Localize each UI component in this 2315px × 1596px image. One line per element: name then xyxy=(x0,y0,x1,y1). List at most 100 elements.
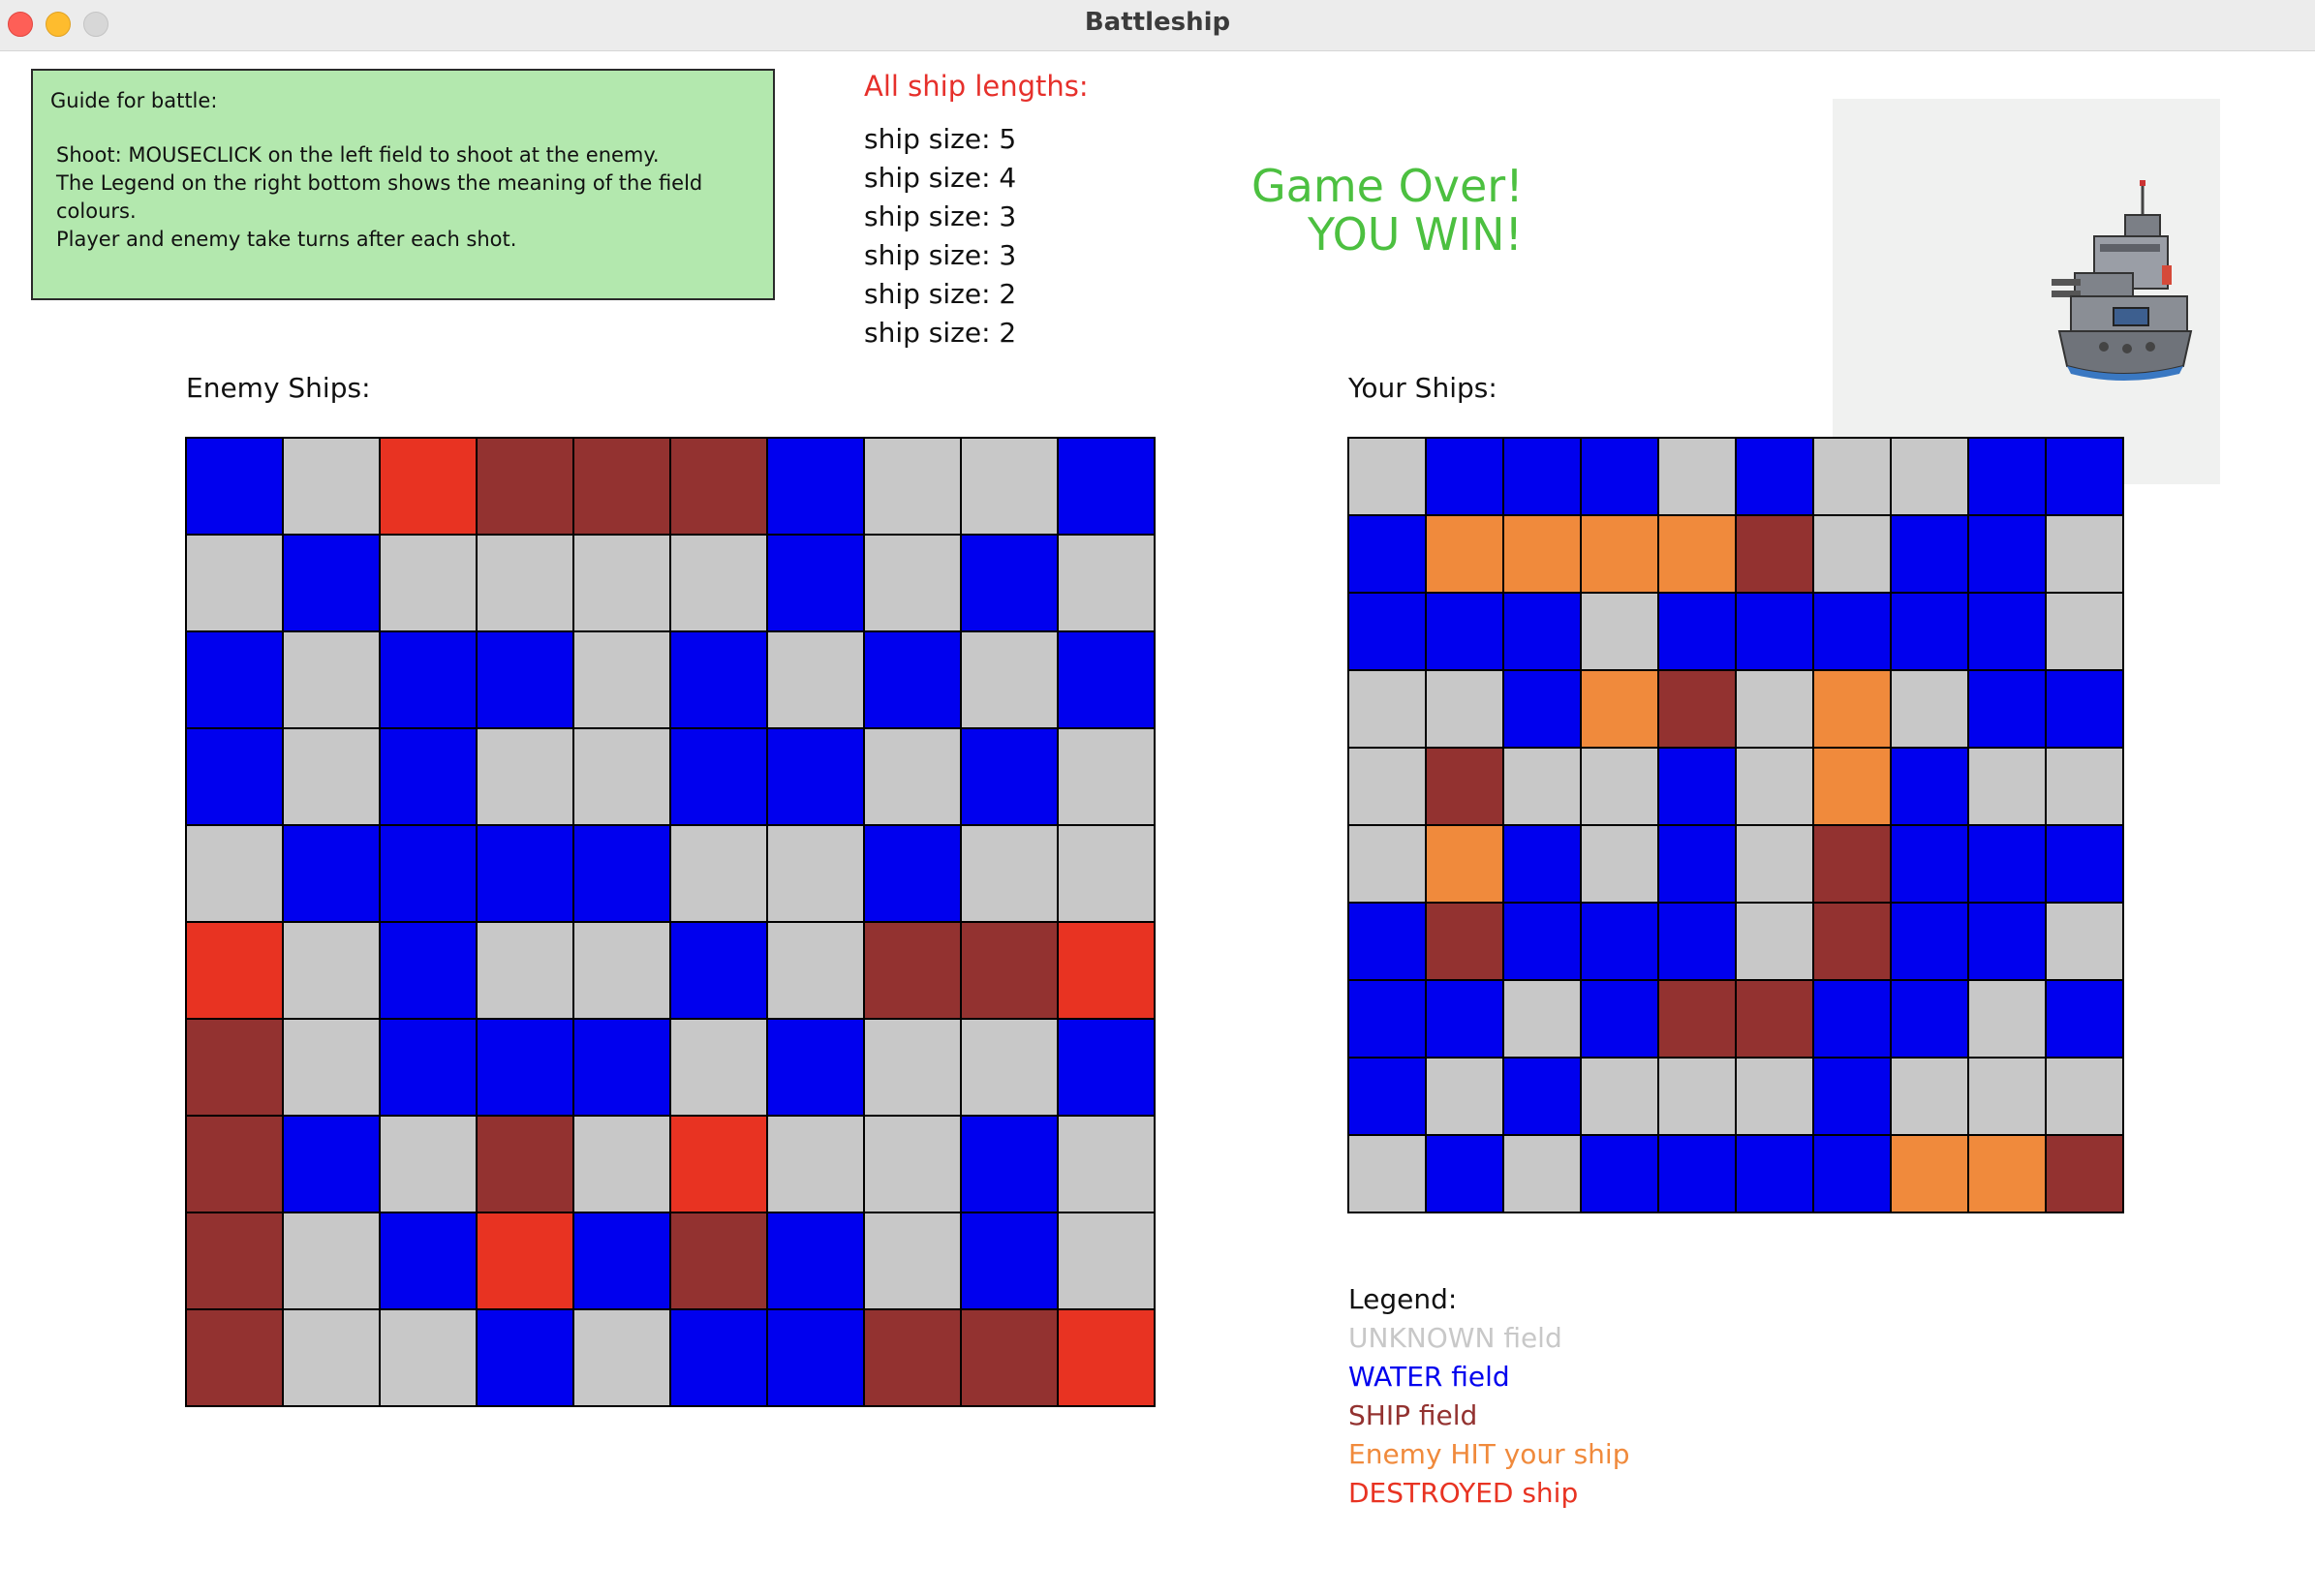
enemy-board-cell[interactable] xyxy=(962,632,1057,727)
enemy-board-cell[interactable] xyxy=(574,1310,669,1405)
enemy-board-cell[interactable] xyxy=(1059,1117,1154,1212)
enemy-board-cell[interactable] xyxy=(381,729,476,824)
enemy-board-cell[interactable] xyxy=(381,826,476,921)
enemy-board-cell[interactable] xyxy=(1059,536,1154,630)
enemy-board-cell[interactable] xyxy=(284,923,379,1018)
enemy-board-cell[interactable] xyxy=(284,1020,379,1115)
enemy-board-cell[interactable] xyxy=(574,632,669,727)
enemy-board-cell[interactable] xyxy=(962,729,1057,824)
enemy-board-cell[interactable] xyxy=(1059,1020,1154,1115)
enemy-board-cell[interactable] xyxy=(865,729,960,824)
enemy-board[interactable] xyxy=(185,437,1156,1407)
enemy-board-cell[interactable] xyxy=(478,729,572,824)
enemy-board-cell[interactable] xyxy=(381,1117,476,1212)
enemy-board-cell[interactable] xyxy=(478,1213,572,1308)
enemy-board-cell[interactable] xyxy=(671,1117,766,1212)
enemy-board-cell[interactable] xyxy=(1059,729,1154,824)
enemy-board-cell[interactable] xyxy=(671,826,766,921)
enemy-board-cell[interactable] xyxy=(187,729,282,824)
enemy-board-cell[interactable] xyxy=(962,1117,1057,1212)
enemy-board-cell[interactable] xyxy=(381,1310,476,1405)
enemy-board-cell[interactable] xyxy=(1059,439,1154,534)
enemy-board-cell[interactable] xyxy=(187,1213,282,1308)
enemy-board-cell[interactable] xyxy=(865,1117,960,1212)
enemy-board-cell[interactable] xyxy=(865,536,960,630)
enemy-board-cell[interactable] xyxy=(381,923,476,1018)
enemy-board-cell[interactable] xyxy=(574,439,669,534)
enemy-board-cell[interactable] xyxy=(478,1117,572,1212)
enemy-board-cell[interactable] xyxy=(574,729,669,824)
enemy-board-cell[interactable] xyxy=(284,439,379,534)
enemy-board-cell[interactable] xyxy=(962,439,1057,534)
enemy-board-cell[interactable] xyxy=(865,1310,960,1405)
enemy-board-cell[interactable] xyxy=(187,1310,282,1405)
enemy-board-cell[interactable] xyxy=(478,1310,572,1405)
enemy-board-cell[interactable] xyxy=(671,729,766,824)
enemy-board-cell[interactable] xyxy=(381,1020,476,1115)
enemy-board-cell[interactable] xyxy=(768,1213,863,1308)
enemy-board-cell[interactable] xyxy=(962,923,1057,1018)
enemy-board-cell[interactable] xyxy=(381,536,476,630)
enemy-board-cell[interactable] xyxy=(284,632,379,727)
enemy-board-cell[interactable] xyxy=(962,826,1057,921)
enemy-board-cell[interactable] xyxy=(187,536,282,630)
enemy-board-cell[interactable] xyxy=(381,1213,476,1308)
enemy-board-cell[interactable] xyxy=(381,439,476,534)
enemy-board-cell[interactable] xyxy=(574,1117,669,1212)
enemy-board-cell[interactable] xyxy=(671,632,766,727)
enemy-board-cell[interactable] xyxy=(478,1020,572,1115)
enemy-board-cell[interactable] xyxy=(962,1213,1057,1308)
enemy-board-cell[interactable] xyxy=(768,729,863,824)
enemy-board-cell[interactable] xyxy=(284,729,379,824)
enemy-board-cell[interactable] xyxy=(187,632,282,727)
enemy-board-cell[interactable] xyxy=(865,632,960,727)
enemy-board-cell[interactable] xyxy=(284,536,379,630)
enemy-board-cell[interactable] xyxy=(671,1020,766,1115)
enemy-board-cell[interactable] xyxy=(671,1213,766,1308)
enemy-board-cell[interactable] xyxy=(962,1310,1057,1405)
enemy-board-cell[interactable] xyxy=(187,826,282,921)
enemy-board-cell[interactable] xyxy=(768,1117,863,1212)
enemy-board-cell[interactable] xyxy=(671,1310,766,1405)
enemy-board-cell[interactable] xyxy=(1059,632,1154,727)
enemy-board-cell[interactable] xyxy=(768,1310,863,1405)
enemy-board-cell[interactable] xyxy=(187,1117,282,1212)
enemy-board-cell[interactable] xyxy=(284,1213,379,1308)
enemy-board-cell[interactable] xyxy=(768,536,863,630)
enemy-board-cell[interactable] xyxy=(1059,923,1154,1018)
enemy-board-cell[interactable] xyxy=(574,1020,669,1115)
enemy-board-cell[interactable] xyxy=(865,1020,960,1115)
enemy-board-cell[interactable] xyxy=(1059,1213,1154,1308)
enemy-board-cell[interactable] xyxy=(187,923,282,1018)
enemy-board-cell[interactable] xyxy=(768,826,863,921)
enemy-board-cell[interactable] xyxy=(187,1020,282,1115)
enemy-board-cell[interactable] xyxy=(768,632,863,727)
enemy-board-cell[interactable] xyxy=(478,439,572,534)
enemy-board-cell[interactable] xyxy=(478,632,572,727)
enemy-board-cell[interactable] xyxy=(768,1020,863,1115)
enemy-board-cell[interactable] xyxy=(284,826,379,921)
enemy-board-cell[interactable] xyxy=(962,1020,1057,1115)
enemy-board-cell[interactable] xyxy=(478,923,572,1018)
enemy-board-cell[interactable] xyxy=(1059,826,1154,921)
enemy-board-cell[interactable] xyxy=(574,536,669,630)
enemy-board-cell[interactable] xyxy=(865,1213,960,1308)
enemy-board-cell[interactable] xyxy=(865,826,960,921)
enemy-board-cell[interactable] xyxy=(187,439,282,534)
enemy-board-cell[interactable] xyxy=(284,1310,379,1405)
enemy-board-cell[interactable] xyxy=(574,826,669,921)
enemy-board-cell[interactable] xyxy=(865,439,960,534)
enemy-board-cell[interactable] xyxy=(671,439,766,534)
enemy-board-cell[interactable] xyxy=(574,1213,669,1308)
enemy-board-cell[interactable] xyxy=(1059,1310,1154,1405)
enemy-board-cell[interactable] xyxy=(381,632,476,727)
enemy-board-cell[interactable] xyxy=(865,923,960,1018)
enemy-board-cell[interactable] xyxy=(671,923,766,1018)
enemy-board-cell[interactable] xyxy=(768,439,863,534)
enemy-board-cell[interactable] xyxy=(478,536,572,630)
enemy-board-cell[interactable] xyxy=(574,923,669,1018)
enemy-board-cell[interactable] xyxy=(768,923,863,1018)
enemy-board-cell[interactable] xyxy=(478,826,572,921)
enemy-board-cell[interactable] xyxy=(284,1117,379,1212)
enemy-board-cell[interactable] xyxy=(671,536,766,630)
